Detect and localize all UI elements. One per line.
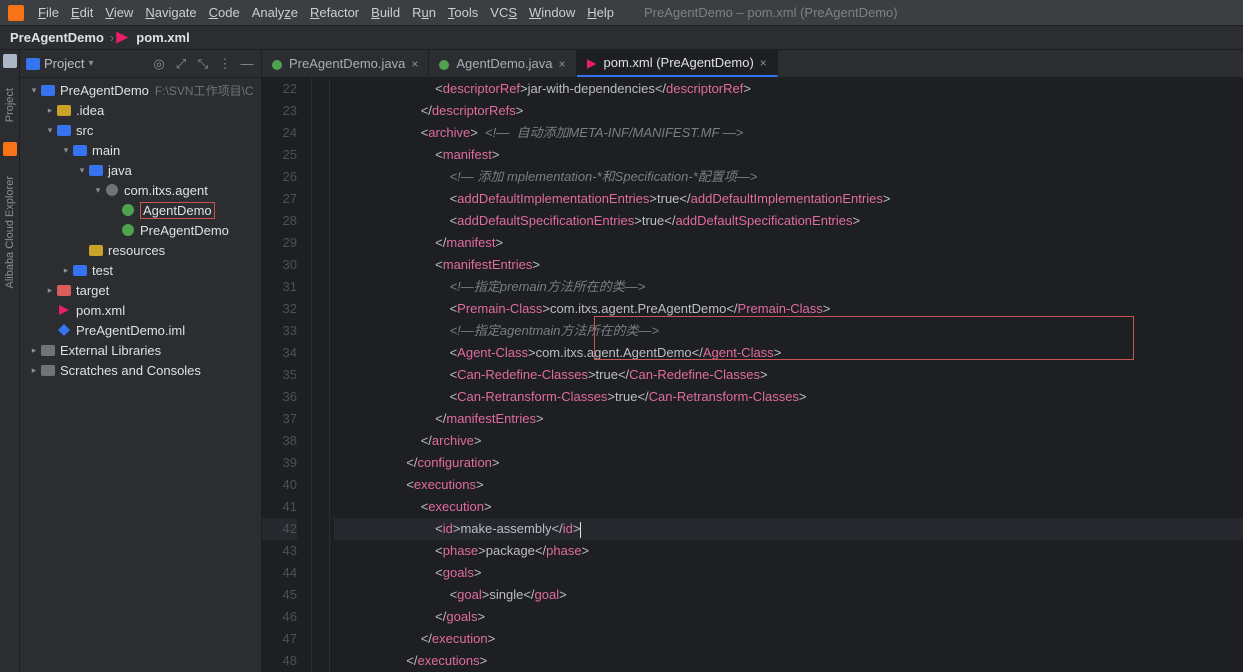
project-panel-header: Project ▾ ◎ ⤢ ⤡ ⋮ — [20, 50, 261, 78]
menubar: File Edit View Navigate Code Analyze Ref… [0, 0, 1243, 26]
menu-refactor[interactable]: Refactor [304, 5, 365, 20]
tree-test[interactable]: ▸test [20, 260, 261, 280]
gutter: 2223242526272829303132333435363738394041… [262, 78, 312, 672]
tree-main[interactable]: ▾main [20, 140, 261, 160]
tree-java[interactable]: ▾java [20, 160, 261, 180]
gutter-marks [312, 78, 330, 672]
project-panel: Project ▾ ◎ ⤢ ⤡ ⋮ — ▾PreAgentDemoF:\SVN工… [20, 50, 262, 672]
editor-tabs: PreAgentDemo.java× AgentDemo.java× pom.x… [262, 50, 1243, 78]
maven-icon [116, 32, 128, 44]
code-text[interactable]: <descriptorRef>jar-with-dependencies</de… [330, 78, 1243, 672]
breadcrumb-root[interactable]: PreAgentDemo [6, 30, 108, 45]
close-icon[interactable]: × [760, 56, 767, 70]
project-view-switcher[interactable]: Project ▾ [26, 56, 94, 71]
breadcrumb-file[interactable]: pom.xml [132, 30, 193, 45]
alibaba-tool-label[interactable]: Alibaba Cloud Explorer [4, 176, 16, 289]
locate-icon[interactable]: ◎ [151, 56, 167, 72]
menu-code[interactable]: Code [203, 5, 246, 20]
options-icon[interactable]: ⋮ [217, 56, 233, 72]
tree-package[interactable]: ▾com.itxs.agent [20, 180, 261, 200]
chevron-down-icon: ▾ [88, 58, 93, 69]
menu-vcs[interactable]: VCS [484, 5, 523, 20]
tree-external-libs[interactable]: ▸External Libraries [20, 340, 261, 360]
tab-pom[interactable]: pom.xml (PreAgentDemo)× [577, 50, 778, 77]
tree-pom[interactable]: pom.xml [20, 300, 261, 320]
editor-area: PreAgentDemo.java× AgentDemo.java× pom.x… [262, 50, 1243, 672]
hide-icon[interactable]: — [239, 56, 255, 72]
window-title: PreAgentDemo – pom.xml (PreAgentDemo) [644, 5, 898, 20]
menu-tools[interactable]: Tools [442, 5, 484, 20]
tree-scratches[interactable]: ▸Scratches and Consoles [20, 360, 261, 380]
breadcrumb: PreAgentDemo › pom.xml [0, 26, 1243, 50]
tree-iml[interactable]: PreAgentDemo.iml [20, 320, 261, 340]
tool-stripe-left: Project Alibaba Cloud Explorer [0, 50, 20, 672]
menu-run[interactable]: Run [406, 5, 442, 20]
close-icon[interactable]: × [558, 57, 565, 71]
project-tool-icon[interactable] [3, 54, 17, 68]
menu-analyze[interactable]: Analyze [246, 5, 304, 20]
project-tree: ▾PreAgentDemoF:\SVN工作项目\C ▸.idea ▾src ▾m… [20, 78, 261, 672]
menu-help[interactable]: Help [581, 5, 620, 20]
tab-preagentdemo[interactable]: PreAgentDemo.java× [262, 50, 429, 77]
menu-file[interactable]: File [32, 5, 65, 20]
tab-agentdemo[interactable]: AgentDemo.java× [429, 50, 576, 77]
project-label: Project [44, 56, 84, 71]
tree-target[interactable]: ▸target [20, 280, 261, 300]
code-editor[interactable]: 2223242526272829303132333435363738394041… [262, 78, 1243, 672]
close-icon[interactable]: × [411, 57, 418, 71]
tree-resources[interactable]: resources [20, 240, 261, 260]
menu-edit[interactable]: Edit [65, 5, 99, 20]
tree-root[interactable]: ▾PreAgentDemoF:\SVN工作项目\C [20, 80, 261, 100]
menu-navigate[interactable]: Navigate [139, 5, 202, 20]
tree-idea[interactable]: ▸.idea [20, 100, 261, 120]
menu-build[interactable]: Build [365, 5, 406, 20]
tree-class-preagentdemo[interactable]: PreAgentDemo [20, 220, 261, 240]
folder-icon [26, 58, 40, 70]
menu-window[interactable]: Window [523, 5, 581, 20]
collapse-icon[interactable]: ⤡ [195, 56, 211, 72]
app-icon [8, 5, 24, 21]
tree-class-agentdemo[interactable]: AgentDemo [20, 200, 261, 220]
tree-src[interactable]: ▾src [20, 120, 261, 140]
alibaba-tool-icon[interactable] [3, 142, 17, 156]
project-tool-label[interactable]: Project [4, 88, 16, 122]
menu-view[interactable]: View [99, 5, 139, 20]
expand-icon[interactable]: ⤢ [173, 56, 189, 72]
